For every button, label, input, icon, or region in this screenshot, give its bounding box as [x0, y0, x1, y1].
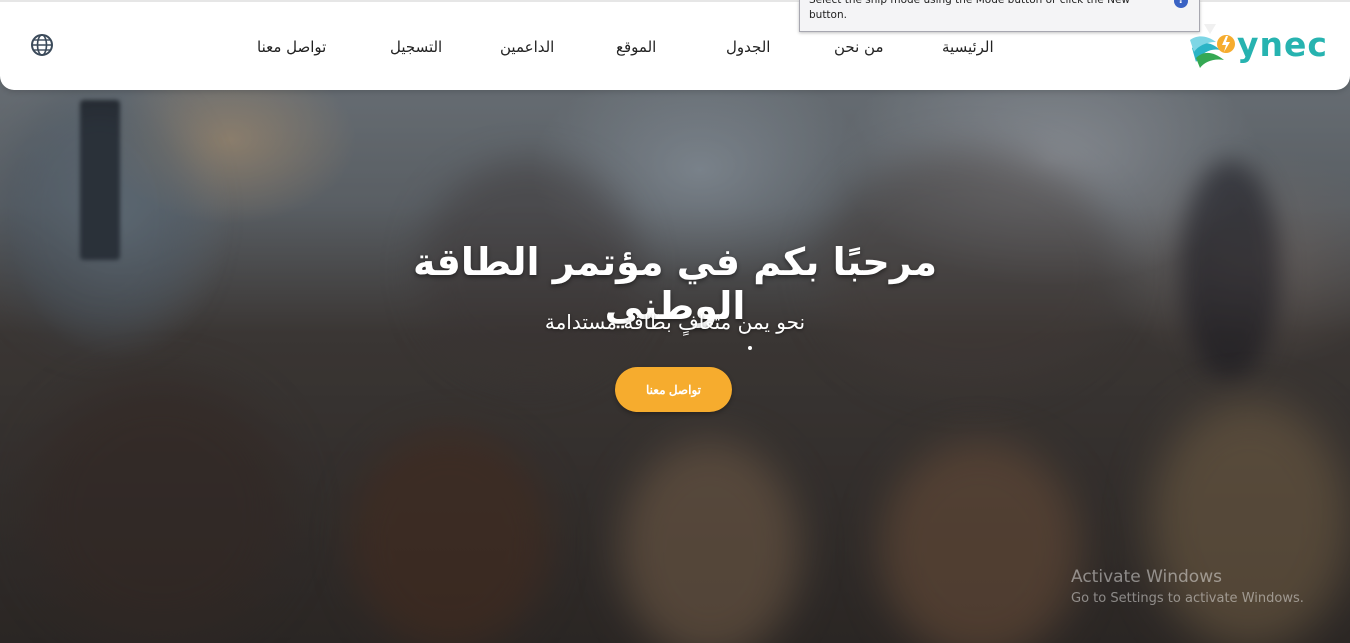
nav-location[interactable]: الموقع: [616, 38, 656, 56]
nav-register[interactable]: التسجيل: [390, 38, 442, 56]
help-icon[interactable]: ?: [1174, 0, 1188, 8]
contact-us-button[interactable]: تواصل معنا: [615, 367, 732, 412]
snip-mode-tooltip: Select the snip mode using the Mode butt…: [799, 0, 1200, 32]
nav-contact[interactable]: تواصل معنا: [257, 38, 326, 56]
hero-subtitle: نحو يمن متعافٍ بطاقة مستدامة: [544, 310, 806, 334]
nav-home[interactable]: الرئيسية: [942, 38, 994, 56]
activate-windows-title: Activate Windows: [1071, 567, 1222, 587]
logo-text: ynec: [1237, 25, 1328, 64]
activate-windows-subtitle: Go to Settings to activate Windows.: [1071, 591, 1304, 606]
nav-sponsors[interactable]: الداعمين: [500, 38, 554, 56]
nav-about[interactable]: من نحن: [834, 38, 884, 56]
hero-dot: [748, 346, 752, 350]
tooltip-text: Select the snip mode using the Mode butt…: [809, 0, 1130, 21]
nav-schedule[interactable]: الجدول: [726, 38, 770, 56]
globe-icon[interactable]: [31, 34, 53, 56]
